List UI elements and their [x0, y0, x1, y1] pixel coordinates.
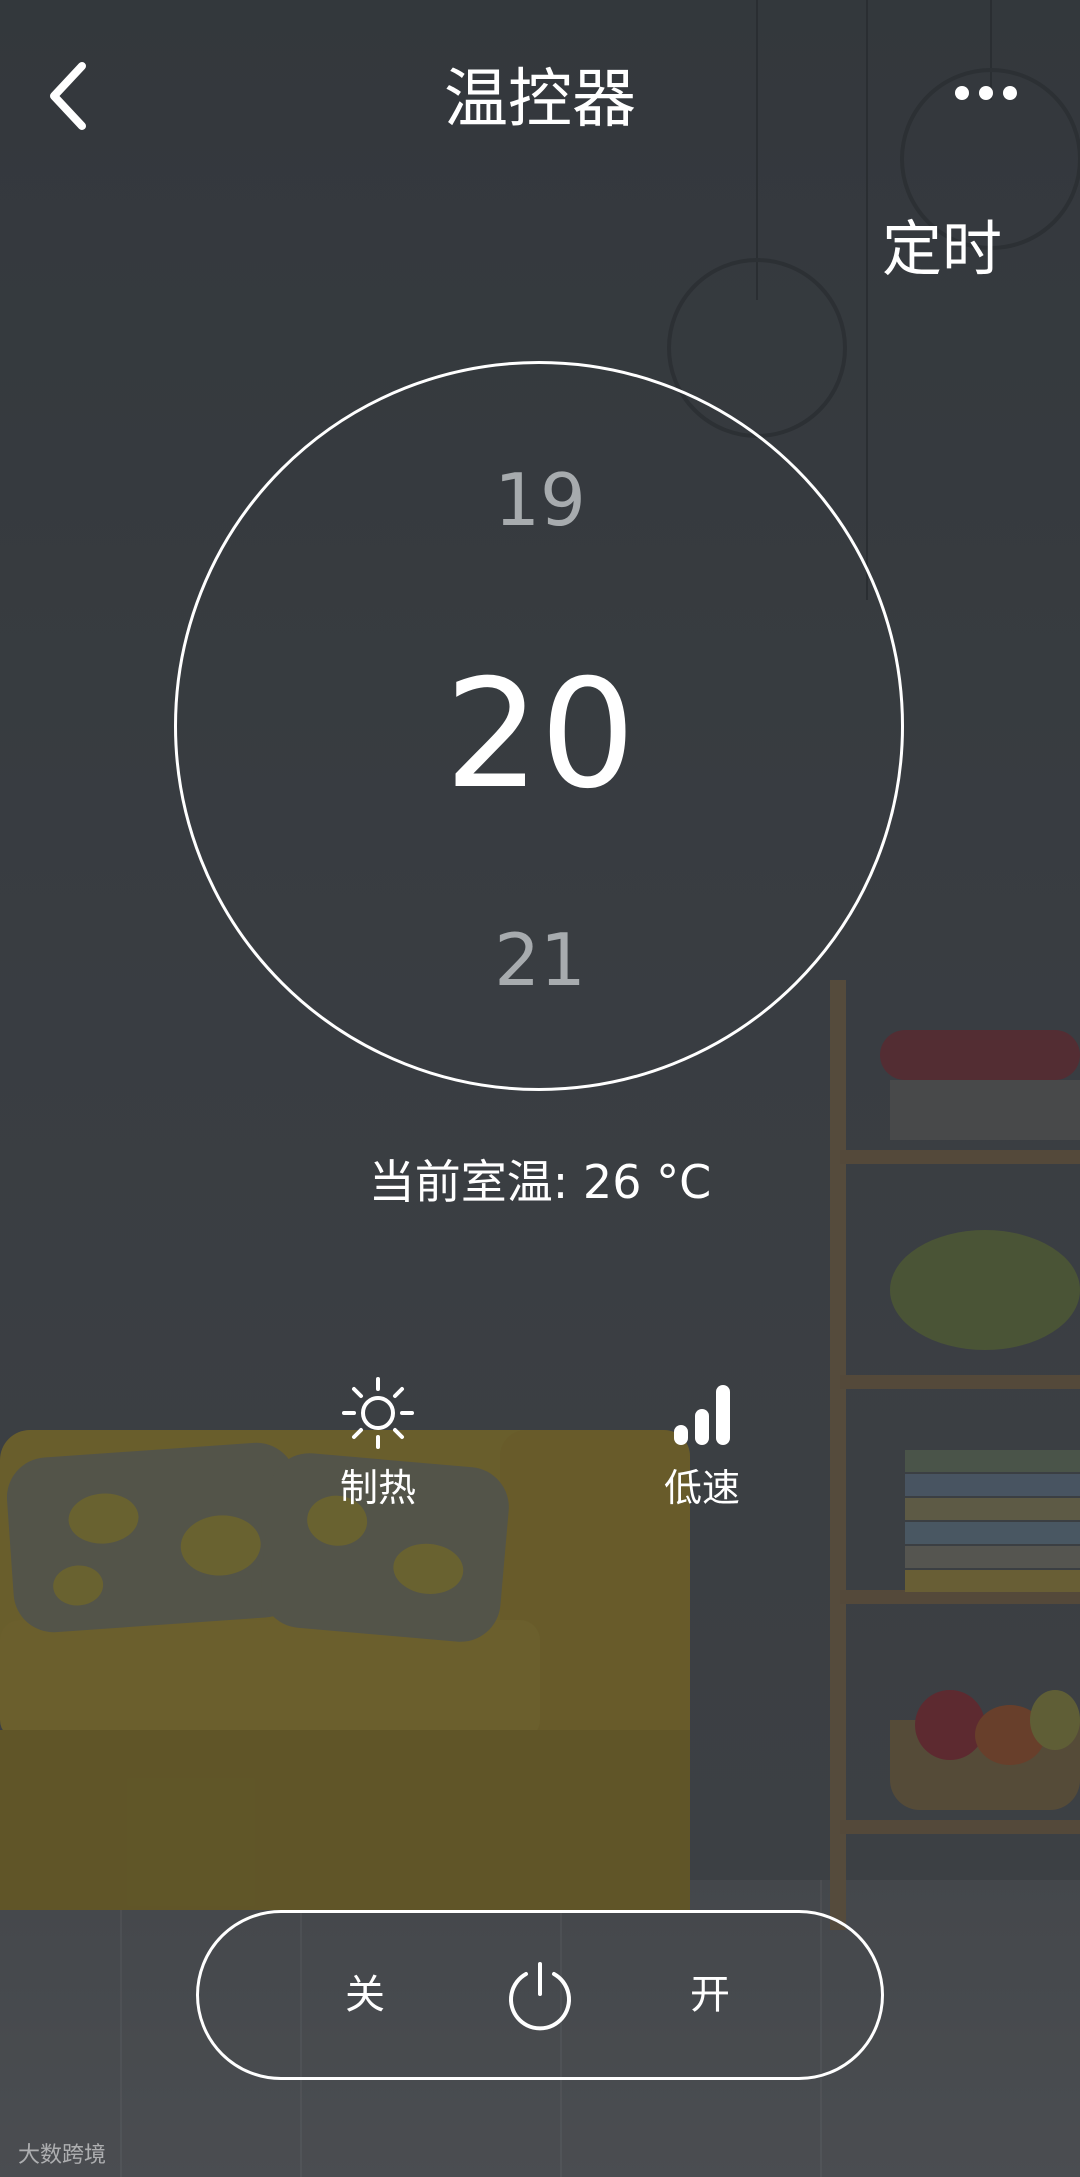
power-off-button[interactable]: 关 — [345, 1965, 385, 2025]
room-temperature: 当前室温: 26 °C — [0, 1152, 1080, 1212]
temperature-setpoint[interactable]: 20 — [0, 650, 1080, 820]
more-button[interactable] — [955, 86, 1017, 102]
power-icon — [509, 1962, 571, 2031]
sun-icon — [342, 1377, 414, 1449]
mode-button[interactable]: 制热 — [278, 1375, 478, 1513]
temperature-option-previous[interactable]: 19 — [0, 455, 1080, 545]
power-on-button[interactable]: 开 — [690, 1965, 730, 2025]
more-dots-icon — [955, 86, 969, 100]
timer-button[interactable]: 定时 — [882, 210, 1002, 290]
more-dots-icon — [979, 86, 993, 100]
watermark: 大数跨境 — [18, 2143, 107, 2168]
more-dots-icon — [1003, 86, 1017, 100]
power-button[interactable] — [503, 1958, 577, 2032]
page-title: 温控器 — [444, 63, 636, 137]
room-temperature-label: 当前室温: — [368, 1155, 569, 1209]
mode-label: 制热 — [339, 1466, 416, 1510]
signal-bars-icon — [674, 1385, 730, 1445]
fan-speed-label: 低速 — [663, 1466, 740, 1510]
room-temperature-value: 26 °C — [582, 1155, 712, 1209]
fan-speed-button[interactable]: 低速 — [602, 1375, 802, 1513]
temperature-option-next[interactable]: 21 — [0, 915, 1080, 1005]
